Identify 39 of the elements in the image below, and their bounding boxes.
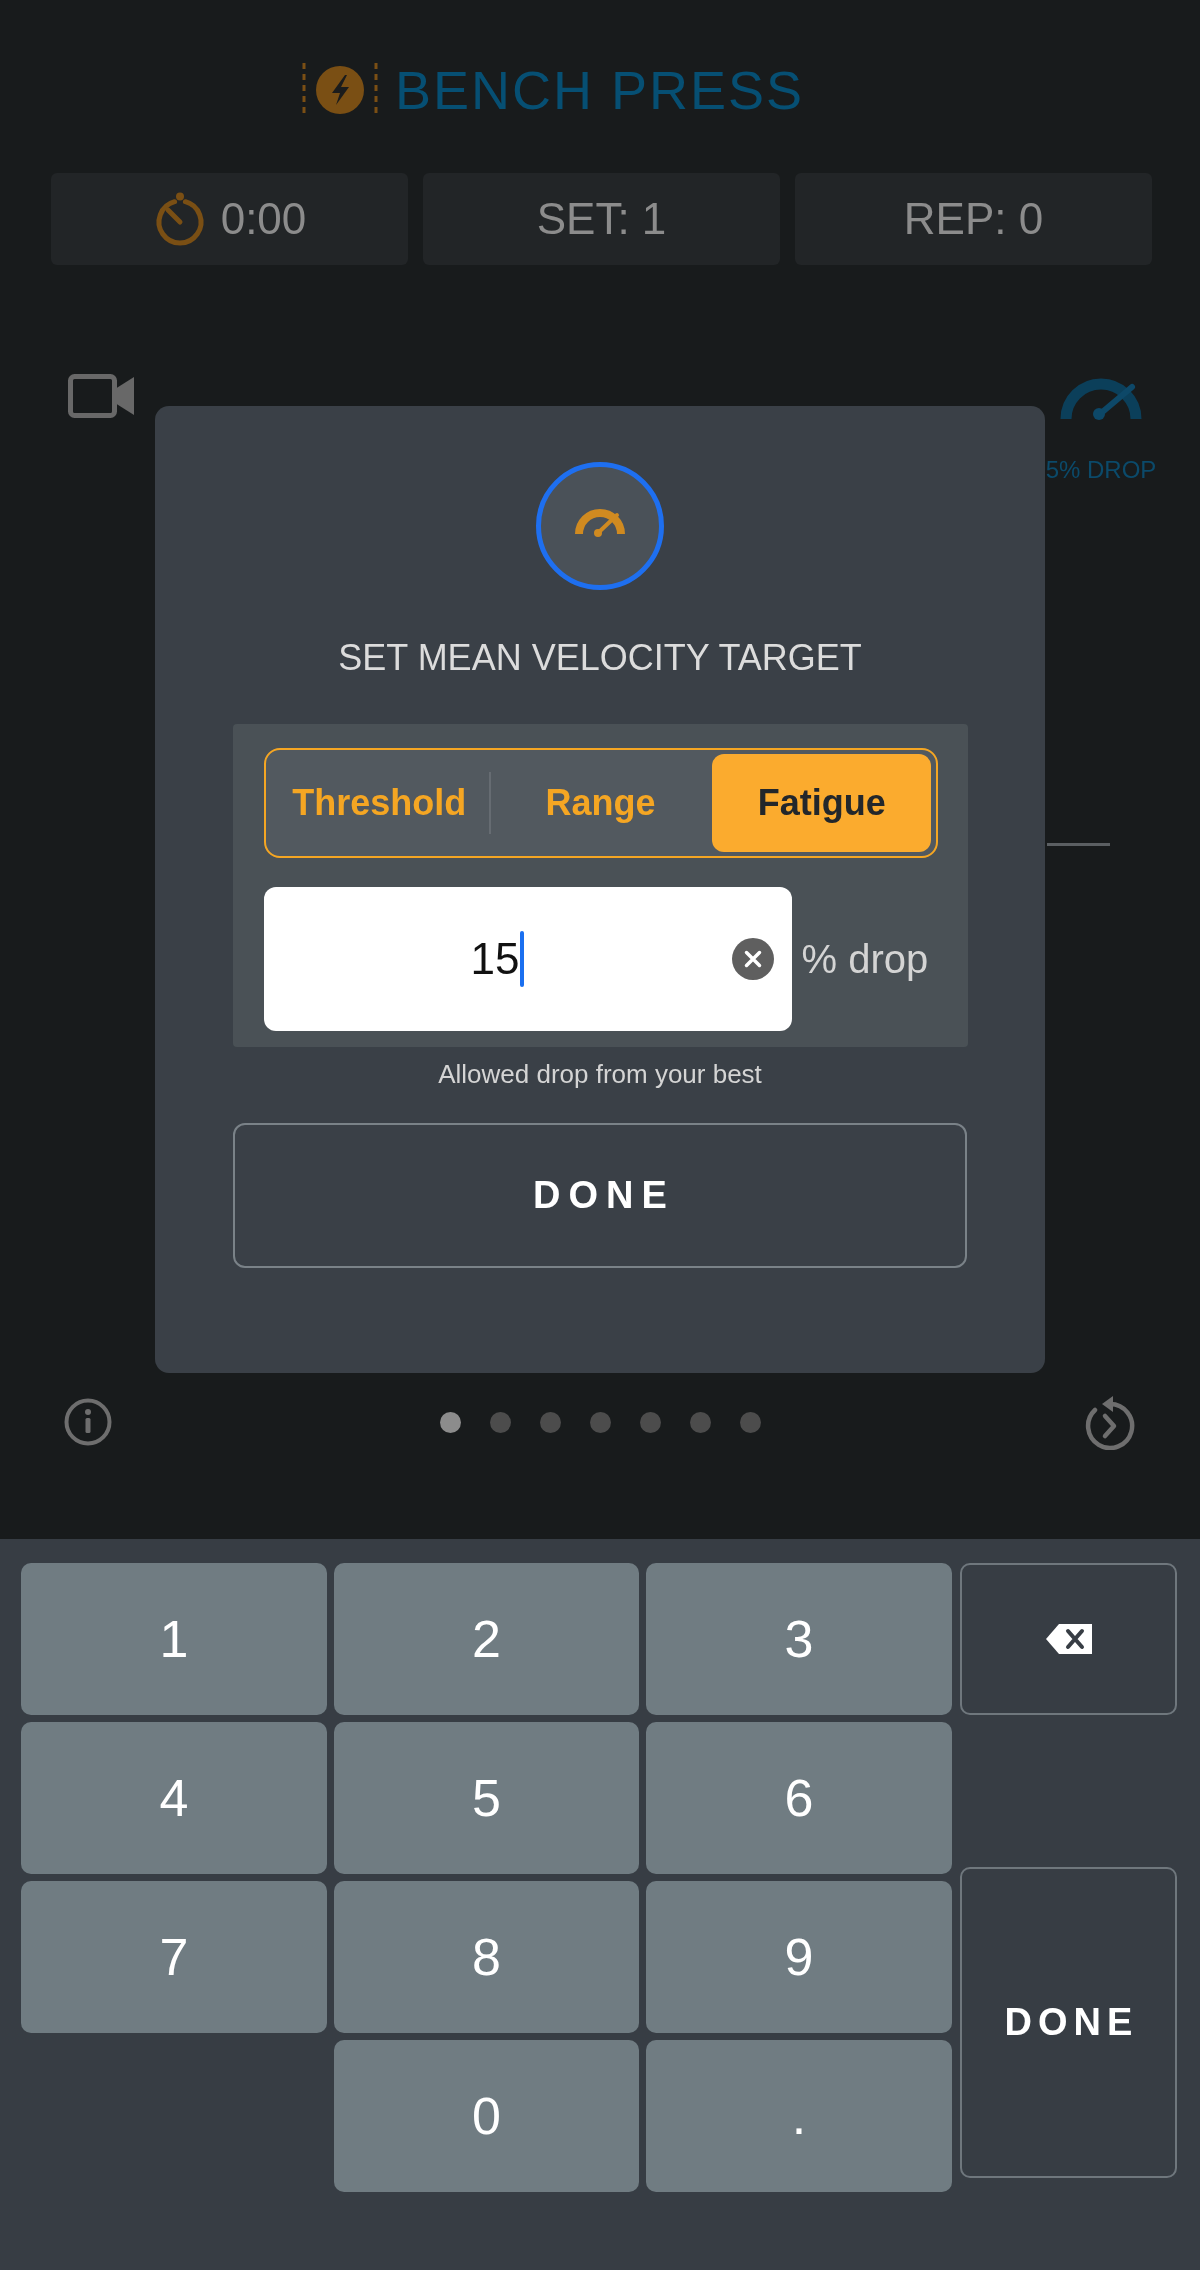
digit-key[interactable]: 6 — [646, 1722, 952, 1874]
stat-value: REP: 0 — [903, 194, 1044, 244]
page-dot[interactable] — [439, 1411, 461, 1433]
page-dot[interactable] — [639, 1411, 661, 1433]
stat-value: SET: 1 — [536, 194, 667, 244]
digit-key[interactable]: 0 — [334, 2040, 639, 2192]
speedometer-icon — [536, 462, 664, 590]
digit-key[interactable]: 8 — [334, 1881, 639, 2033]
digit-key[interactable]: 2 — [334, 1563, 639, 1715]
page-dot[interactable] — [739, 1411, 761, 1433]
number-input[interactable]: 15 — [263, 887, 792, 1031]
text-cursor-icon — [520, 931, 525, 987]
info-icon[interactable] — [64, 1398, 112, 1446]
page-dot[interactable] — [689, 1411, 711, 1433]
digit-key[interactable]: 1 — [21, 1563, 327, 1715]
page-dot[interactable] — [489, 1411, 511, 1433]
mode-tab[interactable]: Fatigue — [712, 754, 932, 852]
hint-text: Allowed drop from your best — [438, 1059, 762, 1089]
done-key[interactable]: DONE — [960, 1867, 1177, 2178]
target-label: 5% DROP — [1045, 456, 1157, 484]
done-button[interactable]: DONE — [233, 1123, 967, 1268]
video-camera-icon[interactable] — [68, 374, 136, 418]
circular-arrow-icon[interactable] — [1084, 1394, 1136, 1450]
backspace-key[interactable] — [960, 1563, 1177, 1715]
digit-key[interactable]: 5 — [334, 1722, 639, 1874]
app-title: BENCH PRESS — [395, 62, 805, 118]
unit-label: % drop — [801, 936, 929, 982]
mode-tab[interactable]: Range — [490, 754, 711, 852]
digit-key[interactable]: 7 — [21, 1881, 327, 2033]
page-dot[interactable] — [539, 1411, 561, 1433]
mode-tab[interactable]: Threshold — [269, 754, 489, 852]
digit-key[interactable]: 4 — [21, 1722, 327, 1874]
digit-key[interactable]: 3 — [646, 1563, 952, 1715]
timer-value: 0:00 — [220, 194, 307, 244]
page-dot[interactable] — [589, 1411, 611, 1433]
digit-key[interactable]: 9 — [646, 1881, 952, 2033]
clear-icon[interactable] — [731, 938, 774, 980]
dialog-title: SET MEAN VELOCITY TARGET — [338, 638, 862, 678]
decimal-key[interactable]: . — [646, 2040, 952, 2192]
